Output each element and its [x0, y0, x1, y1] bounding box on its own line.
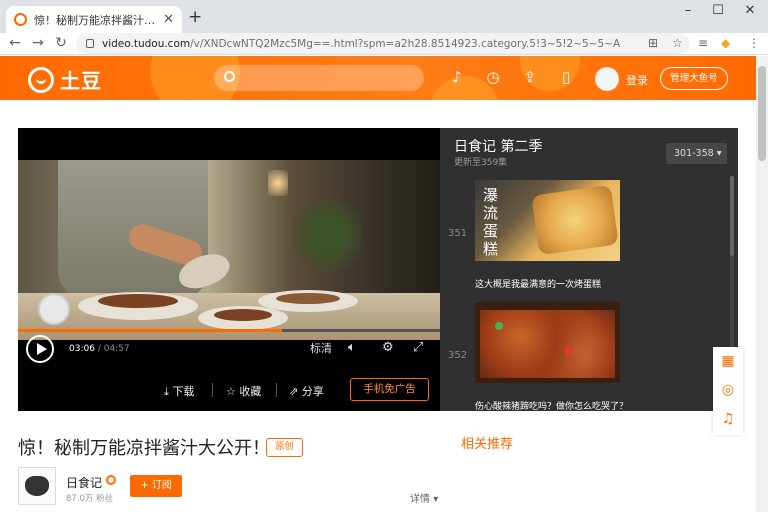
bookmark-star-icon[interactable]: ☆	[672, 36, 683, 50]
player-actions: ⤓ 下载 ☆ 收藏 ⇗ 分享 手机免广告	[18, 368, 440, 411]
window-close-button[interactable]: ✕	[740, 3, 760, 18]
series-update-info: 更新至359集	[454, 158, 508, 168]
episode-caption[interactable]: 伤心酸辣猪蹄吃吗？做你怎么吃哭了？	[475, 399, 628, 411]
episode-number: 351	[448, 228, 468, 239]
back-arrow-icon[interactable]: ←	[6, 35, 24, 51]
channel-avatar[interactable]	[18, 467, 56, 505]
qr-code-icon[interactable]: ▦	[720, 353, 736, 369]
reading-list-icon[interactable]: ≡	[698, 36, 708, 50]
fullscreen-icon[interactable]: ⤢	[413, 340, 423, 355]
details-toggle[interactable]: 详情 ▾	[410, 490, 438, 505]
related-recommendations-heading: 相关推荐	[461, 437, 514, 452]
new-tab-button[interactable]: +	[188, 7, 202, 27]
user-avatar[interactable]	[595, 67, 619, 91]
browser-menu-icon[interactable]: ⋮	[748, 36, 760, 50]
play-button[interactable]	[26, 335, 54, 363]
notification-bell-icon[interactable]: ♫	[720, 411, 736, 427]
video-player[interactable]: 03:06 / 04:57 标清 🔈︎ ⚙ ⤢ ⤓ 下载 ☆ 收藏 ⇗ 分享 手…	[18, 128, 440, 411]
original-badge: 原创	[266, 438, 303, 457]
star-icon: ☆	[226, 385, 236, 398]
download-icon: ⤓	[164, 385, 169, 398]
verified-icon	[106, 475, 116, 485]
page-scrollbar-thumb[interactable]	[758, 66, 766, 161]
manage-account-button[interactable]: 管理大鱼号	[660, 67, 728, 90]
tudou-favicon-icon	[14, 13, 27, 26]
history-clock-icon[interactable]: ◷	[483, 68, 503, 86]
tudou-logo-icon	[28, 66, 54, 93]
search-input[interactable]	[214, 65, 424, 91]
customer-service-icon[interactable]: ◎	[720, 382, 736, 398]
playlist-panel: 日食记 第二季 更新至359集 301-358 ▾ 351 瀑 流 蛋 糕 这大…	[440, 128, 738, 411]
url-text: video.tudou.com/v/XNDcwNTQ2Mzc5Mg==.html…	[102, 37, 621, 50]
episode-number: 352	[448, 350, 468, 361]
search-icon[interactable]	[224, 71, 235, 82]
reload-icon[interactable]: ↻	[52, 35, 70, 51]
settings-gear-icon[interactable]: ⚙	[382, 340, 394, 355]
extension-icon[interactable]: ◆	[721, 36, 730, 50]
episode-caption[interactable]: 这大概是我最满意的一次烤蛋糕	[475, 277, 601, 290]
forward-arrow-icon[interactable]: →	[29, 35, 47, 51]
window-maximize-button[interactable]: ☐	[708, 3, 728, 18]
quality-selector[interactable]: 标清	[310, 340, 332, 356]
share-button[interactable]: ⇗ 分享	[289, 383, 324, 399]
share-icon: ⇗	[289, 385, 299, 398]
window-minimize-button[interactable]: –	[678, 3, 698, 18]
mobile-no-ads-button[interactable]: 手机免广告	[350, 378, 429, 401]
tab-title: 惊！秘制万能凉拌酱汁大公开！...	[34, 13, 157, 27]
favorite-button[interactable]: ☆ 收藏	[226, 383, 261, 399]
progress-bar-fill	[18, 329, 283, 332]
browser-toolbar: ← → ↻ video.tudou.com/v/XNDcwNTQ2Mzc5Mg=…	[0, 33, 768, 55]
caret-down-icon: ▾	[716, 148, 722, 159]
page-scrollbar[interactable]	[756, 56, 768, 512]
volume-icon[interactable]: 🔈︎	[348, 340, 356, 355]
browser-tab[interactable]: 惊！秘制万能凉拌酱汁大公开！... ✕	[6, 6, 182, 33]
caret-down-icon: ▾	[433, 494, 439, 505]
episode-thumbnail[interactable]: 瀑 流 蛋 糕	[475, 180, 620, 261]
episode-thumb-text: 瀑 流 蛋 糕	[483, 186, 499, 258]
channel-name[interactable]: 日食记	[66, 474, 102, 491]
address-bar[interactable]: video.tudou.com/v/XNDcwNTQ2Mzc5Mg==.html…	[76, 33, 690, 54]
floating-sidebar: ▦ ◎ ♫	[713, 347, 743, 435]
episode-range-dropdown[interactable]: 301-358 ▾	[666, 143, 727, 164]
site-header: 土豆 ♪ ◷ ⇪ ▯ 登录 管理大鱼号	[0, 56, 756, 100]
video-frame[interactable]	[18, 160, 440, 340]
download-button[interactable]: ⤓ 下载	[164, 383, 194, 399]
logo-text: 土豆	[60, 69, 102, 93]
mobile-app-icon[interactable]: ▯	[556, 68, 576, 86]
channel-fans-count: 87.0万 粉丝	[66, 494, 114, 504]
lock-icon	[86, 39, 94, 48]
browser-tabstrip: 惊！秘制万能凉拌酱汁大公开！... ✕ + – ☐ ✕	[0, 0, 768, 33]
video-title: 惊！秘制万能凉拌酱汁大公开！	[18, 438, 270, 459]
translate-icon[interactable]: ⊞	[648, 36, 658, 50]
login-link[interactable]: 登录	[626, 72, 648, 88]
bell-icon[interactable]: ♪	[447, 68, 467, 86]
tudou-logo[interactable]: 土豆	[28, 65, 102, 94]
channel-watermark-icon	[38, 293, 70, 325]
series-title: 日食记 第二季	[454, 139, 543, 155]
subscribe-button[interactable]: + 订阅	[130, 475, 182, 497]
tab-close-icon[interactable]: ✕	[163, 12, 174, 27]
episode-thumbnail[interactable]	[475, 302, 620, 383]
progress-bar[interactable]	[18, 329, 440, 332]
upload-icon[interactable]: ⇪	[520, 68, 540, 86]
time-display: 03:06 / 04:57	[69, 344, 130, 354]
